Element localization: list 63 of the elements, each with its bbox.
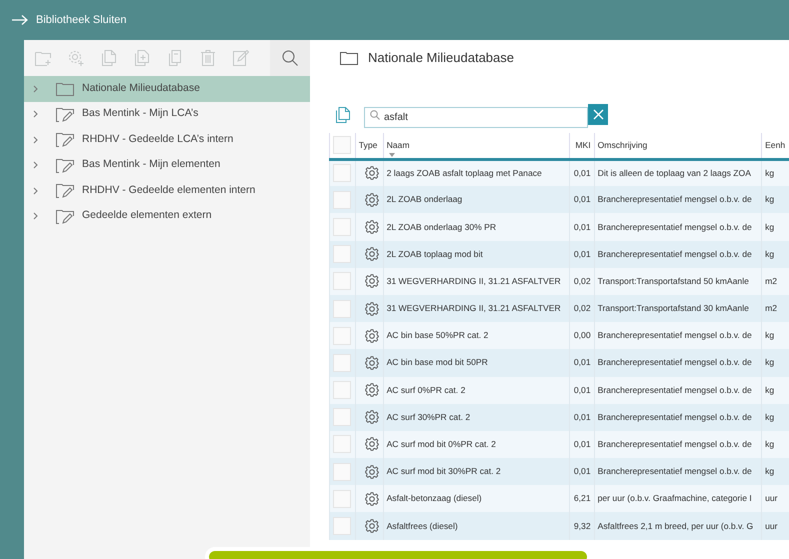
close-library-link[interactable]: Bibliotheek Sluiten bbox=[36, 12, 127, 28]
tree-item[interactable]: Bas Mentink - Mijn LCA’s bbox=[24, 102, 310, 127]
chevron-icon[interactable] bbox=[32, 212, 40, 220]
sort-icon bbox=[388, 152, 395, 156]
close-icon bbox=[592, 109, 604, 120]
row-checkbox[interactable] bbox=[333, 517, 351, 536]
tree-item[interactable]: RHDHV - Gedeelde LCA’s intern bbox=[24, 127, 310, 152]
unit-cell: uur bbox=[762, 512, 789, 540]
search-icon bbox=[370, 110, 380, 120]
folder-pencil-icon bbox=[56, 183, 74, 198]
search-field[interactable]: asfalt bbox=[364, 107, 588, 128]
edit-icon bbox=[233, 50, 249, 66]
tree-item[interactable]: Bas Mentink - Mijn elementen bbox=[24, 152, 310, 178]
name-cell: Asfaltfrees (diesel) bbox=[383, 512, 570, 540]
gear-icon bbox=[364, 492, 379, 506]
row-checkbox[interactable] bbox=[333, 462, 351, 481]
folder-icon bbox=[56, 82, 74, 96]
gear-plus-icon bbox=[68, 50, 84, 66]
folder-pencil-icon bbox=[56, 208, 74, 224]
chevron-icon[interactable] bbox=[32, 84, 40, 93]
copy-icon bbox=[101, 50, 117, 66]
description-cell: Asfaltfrees 2,1 m breed, per uur (o.b.v. G bbox=[594, 512, 762, 540]
mki-cell: 9,32 bbox=[570, 512, 594, 540]
row-checkbox[interactable] bbox=[333, 245, 351, 264]
folder-pencil-icon bbox=[56, 158, 74, 173]
gear-icon bbox=[364, 247, 379, 262]
gear-icon bbox=[364, 192, 379, 207]
new-folder-icon bbox=[35, 50, 51, 66]
row-checkbox[interactable] bbox=[333, 354, 351, 372]
search-icon bbox=[282, 50, 298, 66]
gear-icon bbox=[364, 437, 379, 452]
trash-icon bbox=[200, 50, 216, 66]
chevron-icon[interactable] bbox=[32, 186, 40, 195]
gear-icon bbox=[364, 519, 379, 534]
row-checkbox[interactable] bbox=[333, 300, 351, 318]
gear-icon bbox=[364, 356, 379, 370]
clear-search-button[interactable] bbox=[588, 104, 608, 125]
chevron-icon[interactable] bbox=[32, 161, 40, 170]
gear-icon bbox=[364, 274, 379, 288]
gear-icon bbox=[364, 220, 379, 234]
copy-icon[interactable] bbox=[336, 106, 350, 122]
tree-item[interactable]: RHDHV - Gedeelde elementen intern bbox=[24, 178, 310, 204]
row-checkbox[interactable] bbox=[333, 408, 351, 426]
duplicate-icon bbox=[167, 50, 183, 66]
arrow-right-icon bbox=[12, 15, 28, 25]
tree-item[interactable]: Gedeelde elementen extern bbox=[24, 204, 310, 229]
folder-pencil-icon bbox=[56, 106, 74, 122]
gear-icon bbox=[364, 166, 379, 180]
row-checkbox[interactable] bbox=[333, 190, 351, 209]
folder-pencil-icon bbox=[56, 132, 74, 148]
chevron-icon[interactable] bbox=[32, 136, 40, 144]
gear-icon bbox=[364, 328, 379, 343]
gear-icon bbox=[364, 410, 379, 424]
gear-icon bbox=[364, 302, 379, 316]
select-all-checkbox[interactable] bbox=[333, 136, 351, 154]
folder-icon bbox=[340, 51, 358, 65]
search-button[interactable] bbox=[270, 40, 310, 76]
panel-title: Nationale Milieudatabase bbox=[368, 49, 514, 68]
gear-icon bbox=[364, 464, 379, 479]
chevron-icon[interactable] bbox=[32, 110, 40, 118]
gear-icon bbox=[364, 383, 379, 398]
tree-item[interactable]: Nationale Milieudatabase bbox=[24, 76, 310, 102]
paste-icon bbox=[134, 50, 150, 66]
